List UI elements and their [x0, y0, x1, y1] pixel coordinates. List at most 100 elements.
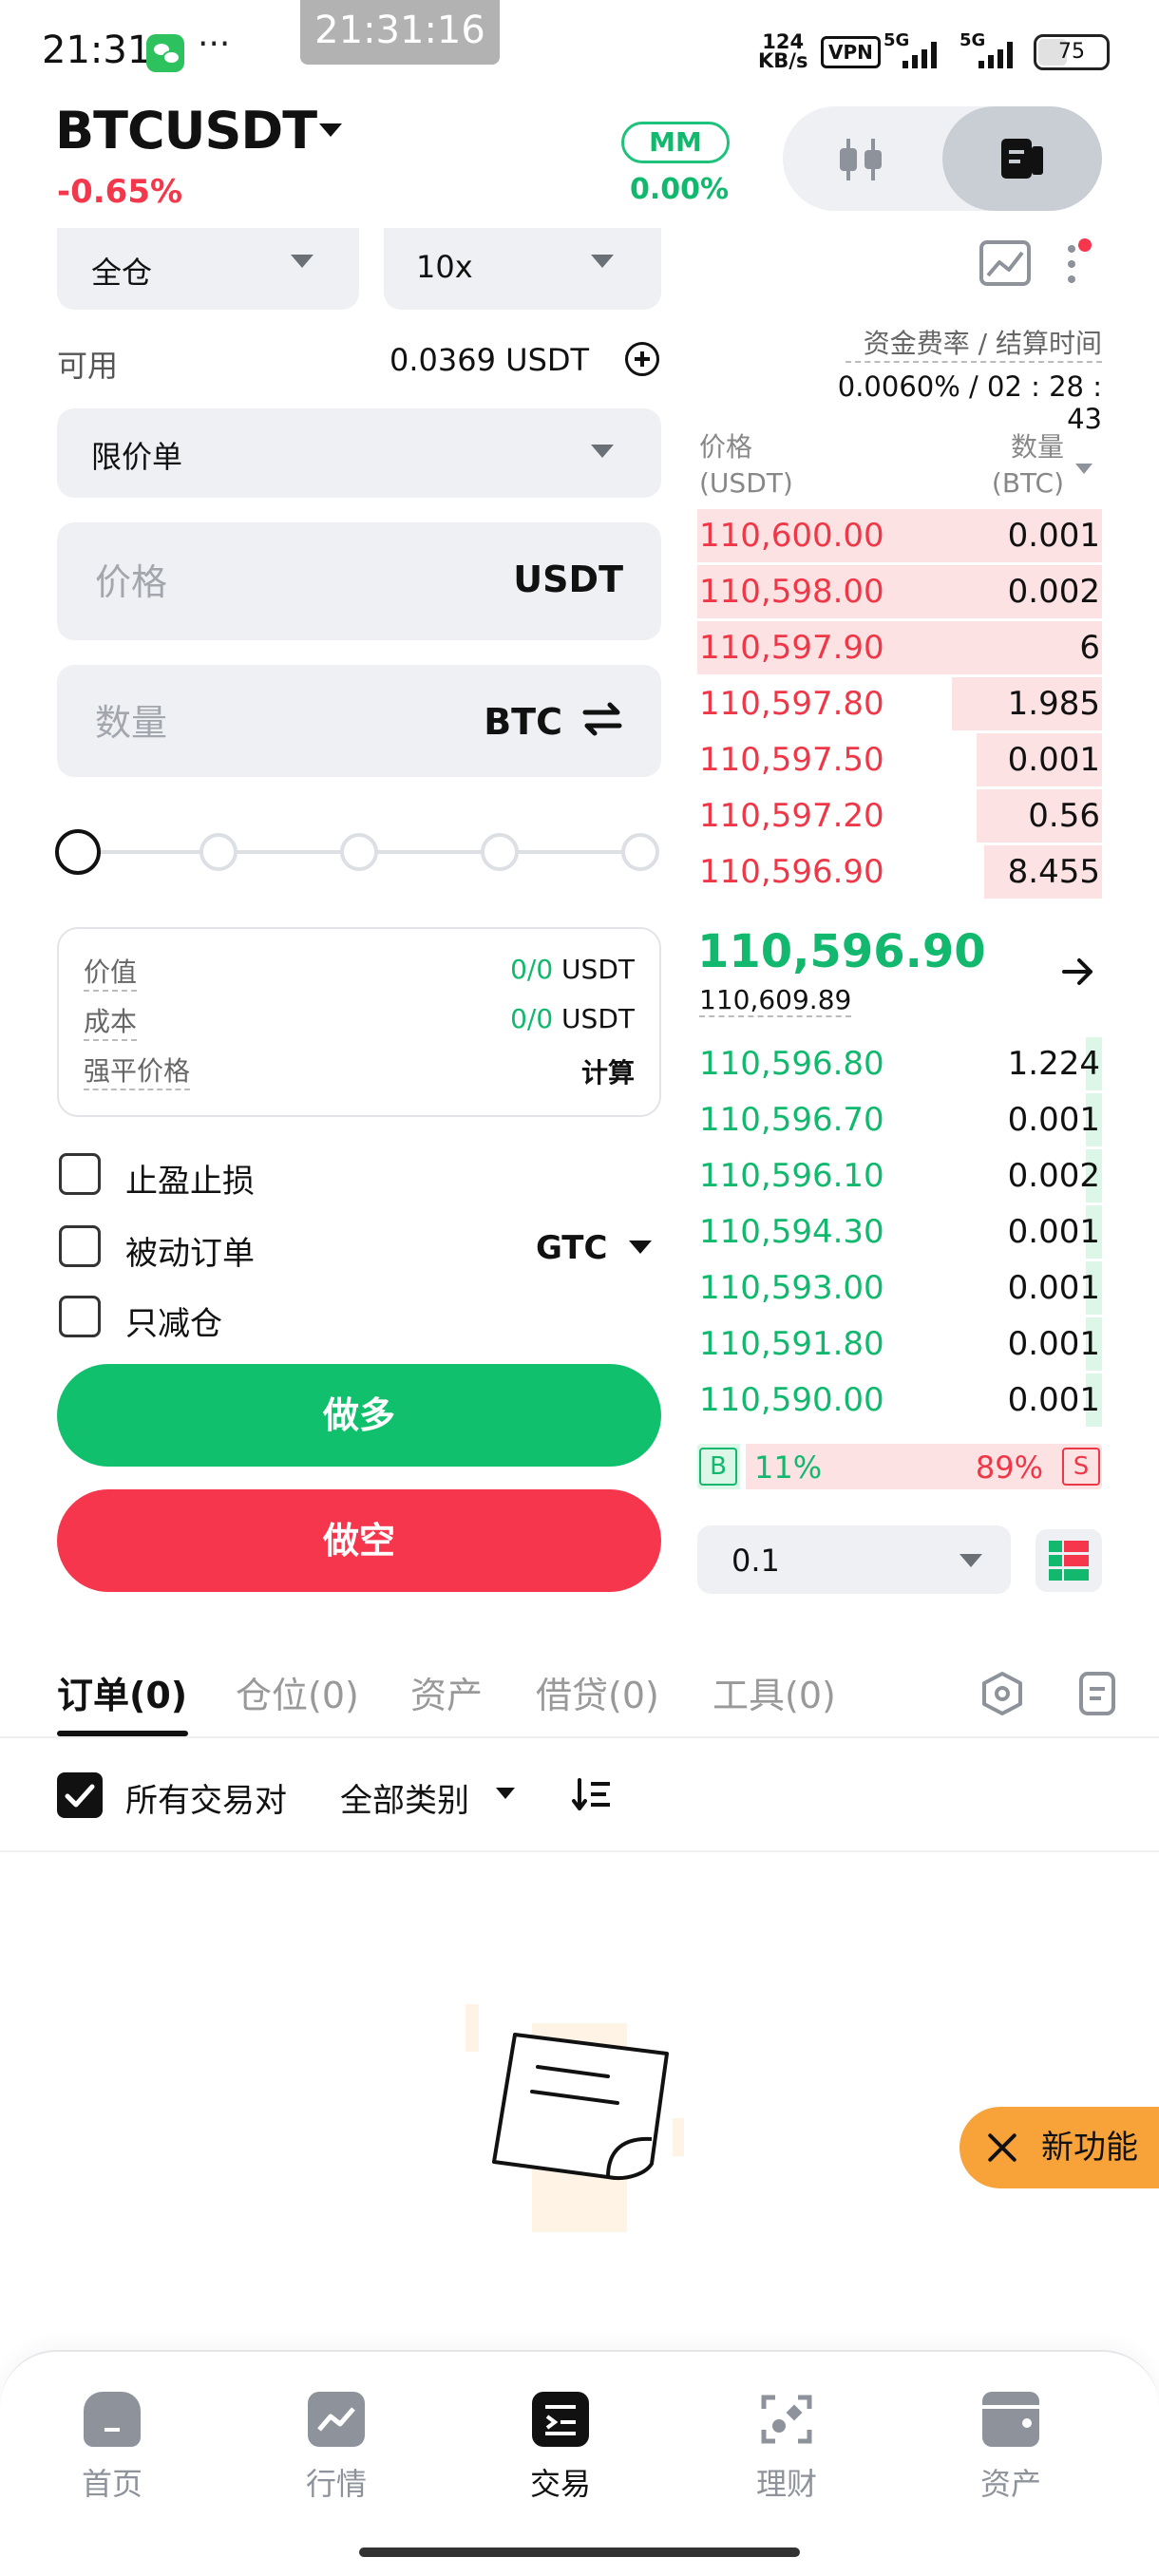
network-speed-unit: KB/s	[758, 49, 808, 72]
wallet-icon	[982, 2392, 1039, 2447]
bid-quantity: 0.001	[1007, 1101, 1100, 1139]
all-pairs-checkbox[interactable]	[57, 1772, 103, 1818]
tab-loans[interactable]: 借贷(0)	[536, 1666, 659, 1718]
tif-dropdown-icon[interactable]	[629, 1241, 652, 1254]
tab-positions[interactable]: 仓位(0)	[236, 1666, 359, 1718]
nav-earn[interactable]: 理财	[711, 2392, 863, 2504]
add-funds-icon[interactable]	[625, 342, 659, 376]
slider-node-100[interactable]	[621, 833, 659, 871]
settings-hex-icon[interactable]	[978, 1670, 1026, 1717]
more-menu-icon[interactable]	[1062, 237, 1092, 291]
ask-row[interactable]: 110,597.50 0.001	[697, 733, 1102, 786]
arrow-right-icon[interactable]	[1062, 957, 1094, 986]
bottom-navigation: 首页 行情 交易 理财 资产	[0, 2350, 1159, 2576]
types-dropdown-icon[interactable]	[496, 1788, 515, 1799]
ask-row[interactable]: 110,597.80 1.985	[697, 677, 1102, 730]
bid-quantity: 1.224	[1007, 1045, 1100, 1083]
slider-node-0[interactable]	[55, 829, 101, 875]
home-icon	[84, 2392, 141, 2447]
pair-dropdown-icon[interactable]	[319, 123, 342, 137]
funding-rate-label[interactable]: 资金费率 / 结算时间	[846, 323, 1102, 363]
bid-price: 110,596.80	[699, 1045, 884, 1083]
sort-icon[interactable]	[570, 1774, 614, 1816]
ask-quantity: 1.985	[1007, 685, 1100, 723]
order-type-select[interactable]: 限价单	[57, 408, 661, 498]
reduce-only-checkbox[interactable]	[59, 1296, 101, 1337]
nav-trade[interactable]: 交易	[484, 2392, 636, 2504]
tab-assets[interactable]: 资产	[410, 1666, 483, 1718]
chart-icon[interactable]	[978, 239, 1032, 289]
new-feature-button[interactable]: 新功能	[960, 2107, 1159, 2188]
mark-price: 110,609.89	[699, 984, 852, 1017]
post-only-checkbox[interactable]	[59, 1225, 101, 1267]
swap-unit-icon[interactable]	[580, 697, 625, 741]
bid-row[interactable]: 110,590.00 0.001	[697, 1373, 1102, 1427]
tif-select[interactable]: GTC	[536, 1229, 607, 1267]
cost-amount-unit: USDT	[553, 1003, 635, 1034]
close-icon[interactable]	[986, 2131, 1018, 2164]
qty-unit-dropdown-icon[interactable]	[1075, 464, 1092, 474]
bid-row[interactable]: 110,596.80 1.224	[697, 1037, 1102, 1090]
slider-node-25[interactable]	[200, 833, 238, 871]
ask-row[interactable]: 110,598.00 0.002	[697, 565, 1102, 618]
nav-trade-label: 交易	[529, 2466, 591, 2502]
margin-mode-value: 全仓	[91, 255, 153, 291]
price-change: -0.65%	[57, 173, 183, 211]
ask-quantity: 0.001	[1007, 741, 1100, 779]
ask-row[interactable]: 110,596.90 8.455	[697, 845, 1102, 899]
checkmark-icon	[65, 1784, 95, 1808]
quantity-input[interactable]: 数量 BTC	[57, 665, 661, 777]
order-history-icon[interactable]	[1077, 1670, 1117, 1717]
order-summary: 价值 0/0 USDT 成本 0/0 USDT 强平价格 计算	[57, 927, 661, 1117]
view-toggle[interactable]	[783, 106, 1102, 211]
liq-price-label: 强平价格	[84, 1051, 191, 1090]
new-feature-label: 新功能	[1041, 2129, 1138, 2167]
bid-row[interactable]: 110,596.10 0.002	[697, 1149, 1102, 1203]
slider-node-50[interactable]	[340, 833, 378, 871]
nav-home[interactable]: 首页	[36, 2392, 188, 2504]
nav-assets[interactable]: 资产	[935, 2392, 1087, 2504]
bid-price: 110,596.10	[699, 1157, 884, 1195]
bid-quantity: 0.002	[1007, 1157, 1100, 1195]
tab-tools[interactable]: 工具(0)	[712, 1666, 836, 1718]
nav-markets[interactable]: 行情	[260, 2392, 412, 2504]
post-only-label: 被动订单	[125, 1235, 255, 1273]
all-types-select[interactable]: 全部类别	[340, 1774, 469, 1821]
all-pairs-label: 所有交易对	[125, 1782, 287, 1820]
qty-header-label: 数量	[1010, 431, 1064, 463]
candlestick-icon[interactable]	[836, 137, 885, 182]
mm-badge[interactable]: MM	[621, 122, 730, 163]
liq-calc-button[interactable]: 计算	[581, 1052, 635, 1090]
trade-panel-icon[interactable]	[998, 135, 1047, 182]
ask-row[interactable]: 110,600.00 0.001	[697, 509, 1102, 562]
signal-bars-1-icon	[899, 42, 940, 68]
slider-node-75[interactable]	[481, 833, 519, 871]
network-speed: 124 KB/s	[758, 32, 808, 72]
buy-long-button[interactable]: 做多	[57, 1364, 661, 1467]
depth-step-value: 0.1	[732, 1543, 780, 1579]
mm-ratio: 0.00%	[629, 173, 730, 206]
ask-row[interactable]: 110,597.90 6	[697, 621, 1102, 674]
home-indicator[interactable]	[359, 2548, 800, 2557]
depth-step-select[interactable]: 0.1	[697, 1525, 1011, 1594]
ask-price: 110,597.90	[699, 629, 884, 667]
sell-short-button[interactable]: 做空	[57, 1489, 661, 1592]
quantity-unit: BTC	[484, 701, 562, 743]
pair-selector[interactable]: BTCUSDT	[55, 101, 317, 161]
tab-orders[interactable]: 订单(0)	[57, 1666, 187, 1718]
price-input[interactable]: 价格 USDT	[57, 522, 661, 640]
bid-row[interactable]: 110,594.30 0.001	[697, 1205, 1102, 1259]
margin-mode-select[interactable]: 全仓	[57, 228, 359, 310]
pair-name: BTCUSDT	[55, 101, 317, 161]
tp-sl-checkbox[interactable]	[59, 1153, 101, 1195]
ask-quantity: 8.455	[1007, 853, 1100, 891]
bid-row[interactable]: 110,596.70 0.001	[697, 1093, 1102, 1146]
ask-row[interactable]: 110,597.20 0.56	[697, 789, 1102, 843]
leverage-select[interactable]: 10x	[384, 228, 661, 310]
bid-row[interactable]: 110,593.00 0.001	[697, 1261, 1102, 1315]
wechat-notification-icon	[146, 34, 184, 72]
sell-percent: 89%	[975, 1449, 1043, 1486]
bid-row[interactable]: 110,591.80 0.001	[697, 1317, 1102, 1371]
reduce-only-label: 只减仓	[125, 1305, 222, 1343]
orderbook-layout-icon[interactable]	[1036, 1529, 1102, 1592]
